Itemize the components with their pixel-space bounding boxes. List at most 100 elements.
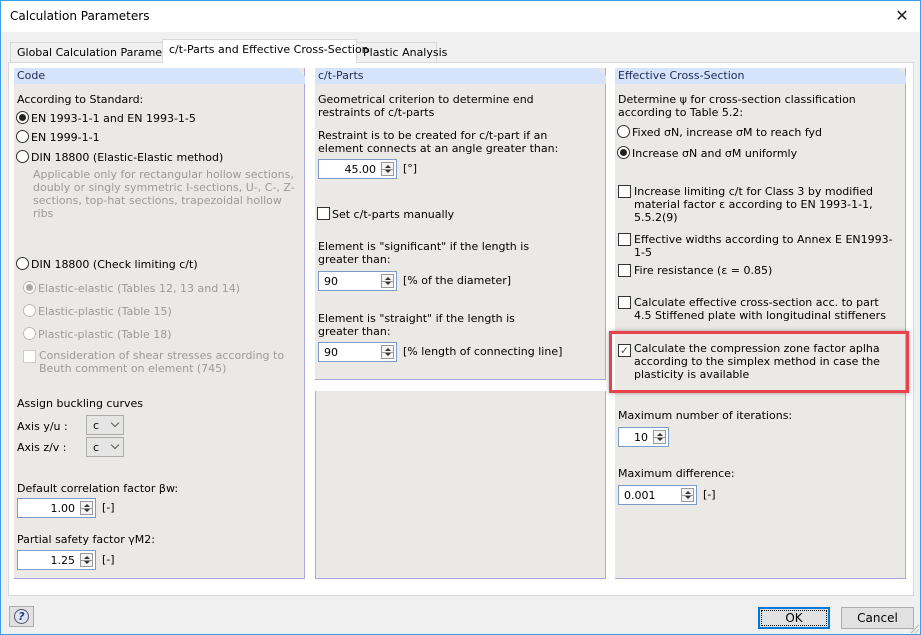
spin-down-icon[interactable] — [385, 282, 391, 285]
spinner-arrows[interactable] — [381, 162, 394, 176]
radio-en1999[interactable]: EN 1999-1-1 — [16, 130, 100, 144]
tab-ct-parts-effective-cross-section[interactable]: c/t-Parts and Effective Cross-Section — [162, 39, 369, 63]
significant-unit: [% of the diameter] — [403, 274, 512, 287]
spin-down-icon[interactable] — [385, 353, 391, 356]
radio-button-disabled[interactable] — [23, 327, 36, 340]
spin-up-icon[interactable] — [385, 348, 391, 351]
radio-increase-uniformly[interactable]: Increase σN and σM uniformly — [617, 146, 797, 160]
straight-unit: [% length of connecting line] — [403, 345, 563, 358]
shear-stress-checkbox[interactable] — [23, 350, 38, 364]
radio-button-selected[interactable] — [16, 111, 29, 124]
radio-button-disabled[interactable] — [23, 281, 36, 294]
ok-button[interactable]: OK — [758, 607, 830, 629]
radio-button-selected[interactable] — [617, 146, 630, 159]
axis-y-label: Axis y/u : — [17, 420, 68, 433]
checkbox-disabled[interactable] — [23, 350, 36, 363]
spinner-arrows[interactable] — [381, 345, 394, 359]
radio-button-disabled[interactable] — [23, 304, 36, 317]
gamma-input[interactable]: 1.25 — [17, 550, 96, 570]
radio-button[interactable] — [16, 257, 29, 270]
straight-input[interactable]: 90 — [318, 342, 397, 362]
spin-down-icon[interactable] — [84, 509, 90, 512]
axis-y-value: c — [93, 419, 100, 432]
spin-up-icon[interactable] — [84, 556, 90, 559]
spin-up-icon[interactable] — [385, 165, 391, 168]
part-4-5-checkbox[interactable] — [618, 296, 633, 310]
radio-fixed-sigma-n[interactable]: Fixed σN, increase σM to reach fyd — [617, 125, 822, 139]
standard-label: According to Standard: — [17, 93, 144, 106]
beta-value: 1.00 — [50, 502, 76, 515]
radio-din18800-check[interactable]: DIN 18800 (Check limiting c/t) — [16, 257, 198, 271]
help-icon: ? — [14, 609, 29, 624]
spin-up-icon[interactable] — [657, 433, 663, 436]
fire-resistance-label: Fire resistance (ε = 0.85) — [634, 264, 773, 277]
axis-z-select[interactable]: c — [86, 437, 124, 457]
axis-z-label: Axis z/v : — [17, 441, 67, 454]
beta-input[interactable]: 1.00 — [17, 498, 96, 518]
spin-up-icon[interactable] — [84, 504, 90, 507]
radio-elastic-plastic-label: Elastic-plastic (Table 15) — [38, 305, 172, 318]
spin-up-icon[interactable] — [385, 277, 391, 280]
axis-y-select[interactable]: c — [86, 415, 124, 435]
radio-button[interactable] — [617, 125, 630, 138]
spinner-arrows[interactable] — [80, 553, 93, 567]
axis-z-value: c — [93, 441, 100, 454]
difference-value: 0.001 — [624, 489, 656, 502]
angle-unit: [°] — [403, 162, 418, 175]
radio-increase-uniformly-label: Increase σN and σM uniformly — [632, 147, 798, 160]
chevron-down-icon — [110, 418, 120, 428]
manual-ct-parts-checkbox[interactable]: Set c/t-parts manually — [317, 207, 454, 221]
gamma-unit: [-] — [102, 553, 115, 566]
spinner-arrows[interactable] — [80, 501, 93, 515]
simplex-checkbox[interactable]: ✓ — [618, 342, 633, 357]
angle-value: 45.00 — [344, 163, 377, 176]
checkbox[interactable] — [618, 264, 631, 277]
geom-criterion-text: Geometrical criterion to determine end r… — [318, 93, 534, 119]
radio-button[interactable] — [16, 130, 29, 143]
help-button[interactable]: ? — [9, 606, 34, 627]
spinner-arrows[interactable] — [653, 430, 666, 444]
din-note: Applicable only for rectangular hollow s… — [33, 168, 295, 220]
significant-text: Element is "significant" if the length i… — [318, 240, 530, 266]
tab-global-calculation-parameters[interactable]: Global Calculation Parameters — [10, 42, 183, 62]
spin-down-icon[interactable] — [657, 438, 663, 441]
difference-input[interactable]: 0.001 — [618, 485, 697, 505]
radio-din18800-elastic-label: DIN 18800 (Elastic-Elastic method) — [31, 151, 224, 164]
spin-up-icon[interactable] — [685, 491, 691, 494]
radio-button[interactable] — [16, 150, 29, 163]
radio-plastic-plastic[interactable]: Plastic-plastic (Table 18) — [23, 327, 172, 341]
spinner-arrows[interactable] — [381, 274, 394, 288]
checkbox[interactable] — [317, 207, 330, 220]
close-icon[interactable]: ✕ — [892, 6, 912, 26]
angle-input[interactable]: 45.00 — [318, 159, 397, 179]
iterations-input[interactable]: 10 — [618, 427, 669, 447]
title-bar: Calculation Parameters ✕ — [1, 1, 920, 32]
radio-elastic-plastic[interactable]: Elastic-plastic (Table 15) — [23, 304, 172, 318]
difference-label: Maximum difference: — [618, 467, 735, 480]
calculation-parameters-dialog: Calculation Parameters ✕ Global Calculat… — [0, 0, 921, 635]
annex-e-checkbox[interactable] — [618, 233, 633, 247]
radio-din18800-check-label: DIN 18800 (Check limiting c/t) — [31, 258, 198, 271]
class3-checkbox[interactable] — [618, 185, 633, 199]
radio-din18800-elastic[interactable]: DIN 18800 (Elastic-Elastic method) — [16, 150, 223, 164]
checkbox[interactable] — [618, 233, 631, 246]
spin-down-icon[interactable] — [84, 561, 90, 564]
iterations-label: Maximum number of iterations: — [618, 409, 793, 422]
cancel-button[interactable]: Cancel — [841, 607, 914, 629]
spin-down-icon[interactable] — [685, 496, 691, 499]
radio-elastic-elastic[interactable]: Elastic-elastic (Tables 12, 13 and 14) — [23, 281, 240, 295]
part-4-5-label: Calculate effective cross-section acc. t… — [634, 296, 886, 322]
significant-input[interactable]: 90 — [318, 271, 397, 291]
checkmark-icon[interactable]: ✓ — [618, 344, 631, 357]
spinner-arrows[interactable] — [681, 488, 694, 502]
spin-down-icon[interactable] — [385, 170, 391, 173]
window-title: Calculation Parameters — [10, 9, 150, 23]
beta-unit: [-] — [102, 501, 115, 514]
effective-cross-section-header: Effective Cross-Section — [615, 68, 906, 84]
fire-resistance-checkbox[interactable] — [618, 264, 633, 278]
annex-e-label: Effective widths according to Annex E EN… — [634, 233, 893, 259]
checkbox[interactable] — [618, 185, 631, 198]
checkbox[interactable] — [618, 296, 631, 309]
radio-en1993[interactable]: EN 1993-1-1 and EN 1993-1-5 — [16, 111, 196, 125]
ct-parts-group-header: c/t-Parts — [315, 68, 606, 84]
